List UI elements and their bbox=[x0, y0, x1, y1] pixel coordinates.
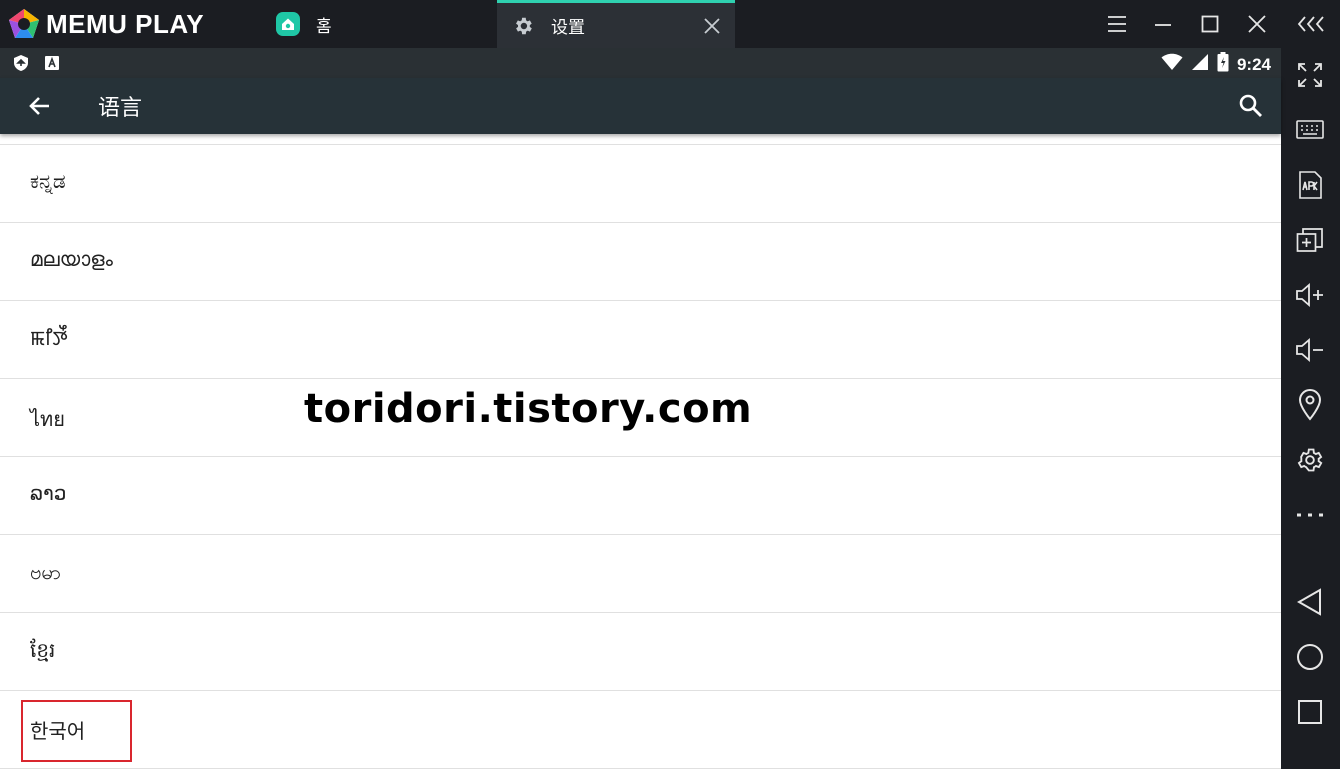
back-arrow-icon[interactable] bbox=[26, 92, 54, 120]
signal-icon bbox=[1191, 53, 1209, 76]
language-item-khmer[interactable]: ខ្មែរ bbox=[0, 613, 1281, 691]
wifi-icon bbox=[1161, 53, 1183, 76]
minimize-icon[interactable] bbox=[1140, 0, 1186, 48]
search-icon[interactable] bbox=[1237, 92, 1265, 120]
shield-icon bbox=[12, 54, 30, 76]
highlight-box bbox=[21, 700, 132, 762]
volume-down-icon[interactable] bbox=[1293, 333, 1327, 367]
home-app-icon bbox=[276, 12, 300, 36]
nav-recents-icon[interactable] bbox=[1293, 695, 1327, 729]
list-item-label: ဗမာ bbox=[30, 560, 62, 584]
language-item-meitei[interactable]: ꯃꯤꯇꯩ bbox=[0, 301, 1281, 379]
language-item-lao[interactable]: ລາວ bbox=[0, 457, 1281, 535]
watermark-text: toridori.tistory.com bbox=[304, 386, 753, 432]
list-item-label: ꯃꯤꯇꯩ bbox=[30, 326, 68, 350]
language-item-korean[interactable]: 한국어 bbox=[0, 691, 1281, 769]
tab-home-label: 홈 bbox=[316, 16, 332, 37]
clock-text: 9:24 bbox=[1236, 54, 1271, 74]
nav-home-icon[interactable] bbox=[1293, 640, 1327, 674]
keyboard-a-icon bbox=[44, 55, 60, 75]
language-item-malayalam[interactable]: മലയാളം bbox=[0, 223, 1281, 301]
location-icon[interactable] bbox=[1293, 388, 1327, 422]
memu-logo: MEMU PLAY bbox=[8, 8, 204, 40]
tab-settings-label: 设置 bbox=[551, 18, 585, 38]
emulator-sidebar bbox=[1281, 48, 1340, 769]
tab-home[interactable]: 홈 bbox=[262, 0, 496, 48]
more-options-icon[interactable] bbox=[1293, 498, 1327, 532]
list-item-label: ខ្មែរ bbox=[30, 638, 56, 662]
list-item-label: ไทย bbox=[30, 407, 65, 431]
keyboard-icon[interactable] bbox=[1293, 113, 1327, 147]
list-item-label: ລາວ bbox=[30, 481, 67, 505]
emulator-titlebar: MEMU PLAY 홈 设置 bbox=[0, 0, 1340, 48]
apk-install-icon[interactable] bbox=[1293, 168, 1327, 202]
battery-icon bbox=[1217, 52, 1229, 77]
menu-icon[interactable] bbox=[1094, 0, 1140, 48]
brand-text: MEMU PLAY bbox=[46, 8, 205, 39]
settings-gear-icon[interactable] bbox=[1293, 443, 1327, 477]
multi-instance-icon[interactable] bbox=[1293, 223, 1327, 257]
maximize-icon[interactable] bbox=[1187, 0, 1233, 48]
gear-icon bbox=[511, 14, 535, 38]
android-statusbar: 9:24 bbox=[0, 48, 1281, 78]
nav-back-icon[interactable] bbox=[1293, 585, 1327, 619]
memu-logo-icon bbox=[9, 9, 39, 38]
list-item-label: ಕನ್ನಡ bbox=[30, 169, 66, 193]
collapse-sidebar-icon[interactable] bbox=[1288, 0, 1334, 48]
close-tab-icon[interactable] bbox=[701, 15, 723, 37]
language-item-kannada[interactable]: ಕನ್ನಡ bbox=[0, 145, 1281, 223]
settings-appbar: 语言 bbox=[0, 78, 1281, 134]
fullscreen-icon[interactable] bbox=[1293, 58, 1327, 92]
close-window-icon[interactable] bbox=[1234, 0, 1280, 48]
tab-settings[interactable]: 设置 bbox=[497, 0, 735, 48]
list-item-label: മലയാളം bbox=[30, 247, 113, 271]
language-list: ಕನ್ನಡ മലയാളം ꯃꯤꯇꯩ ไทย ລາວ ဗမာ ខ្មែរ 한국어 bbox=[0, 134, 1281, 769]
volume-up-icon[interactable] bbox=[1293, 278, 1327, 312]
language-item-burmese[interactable]: ဗမာ bbox=[0, 535, 1281, 613]
page-title: 语言 bbox=[98, 96, 143, 121]
